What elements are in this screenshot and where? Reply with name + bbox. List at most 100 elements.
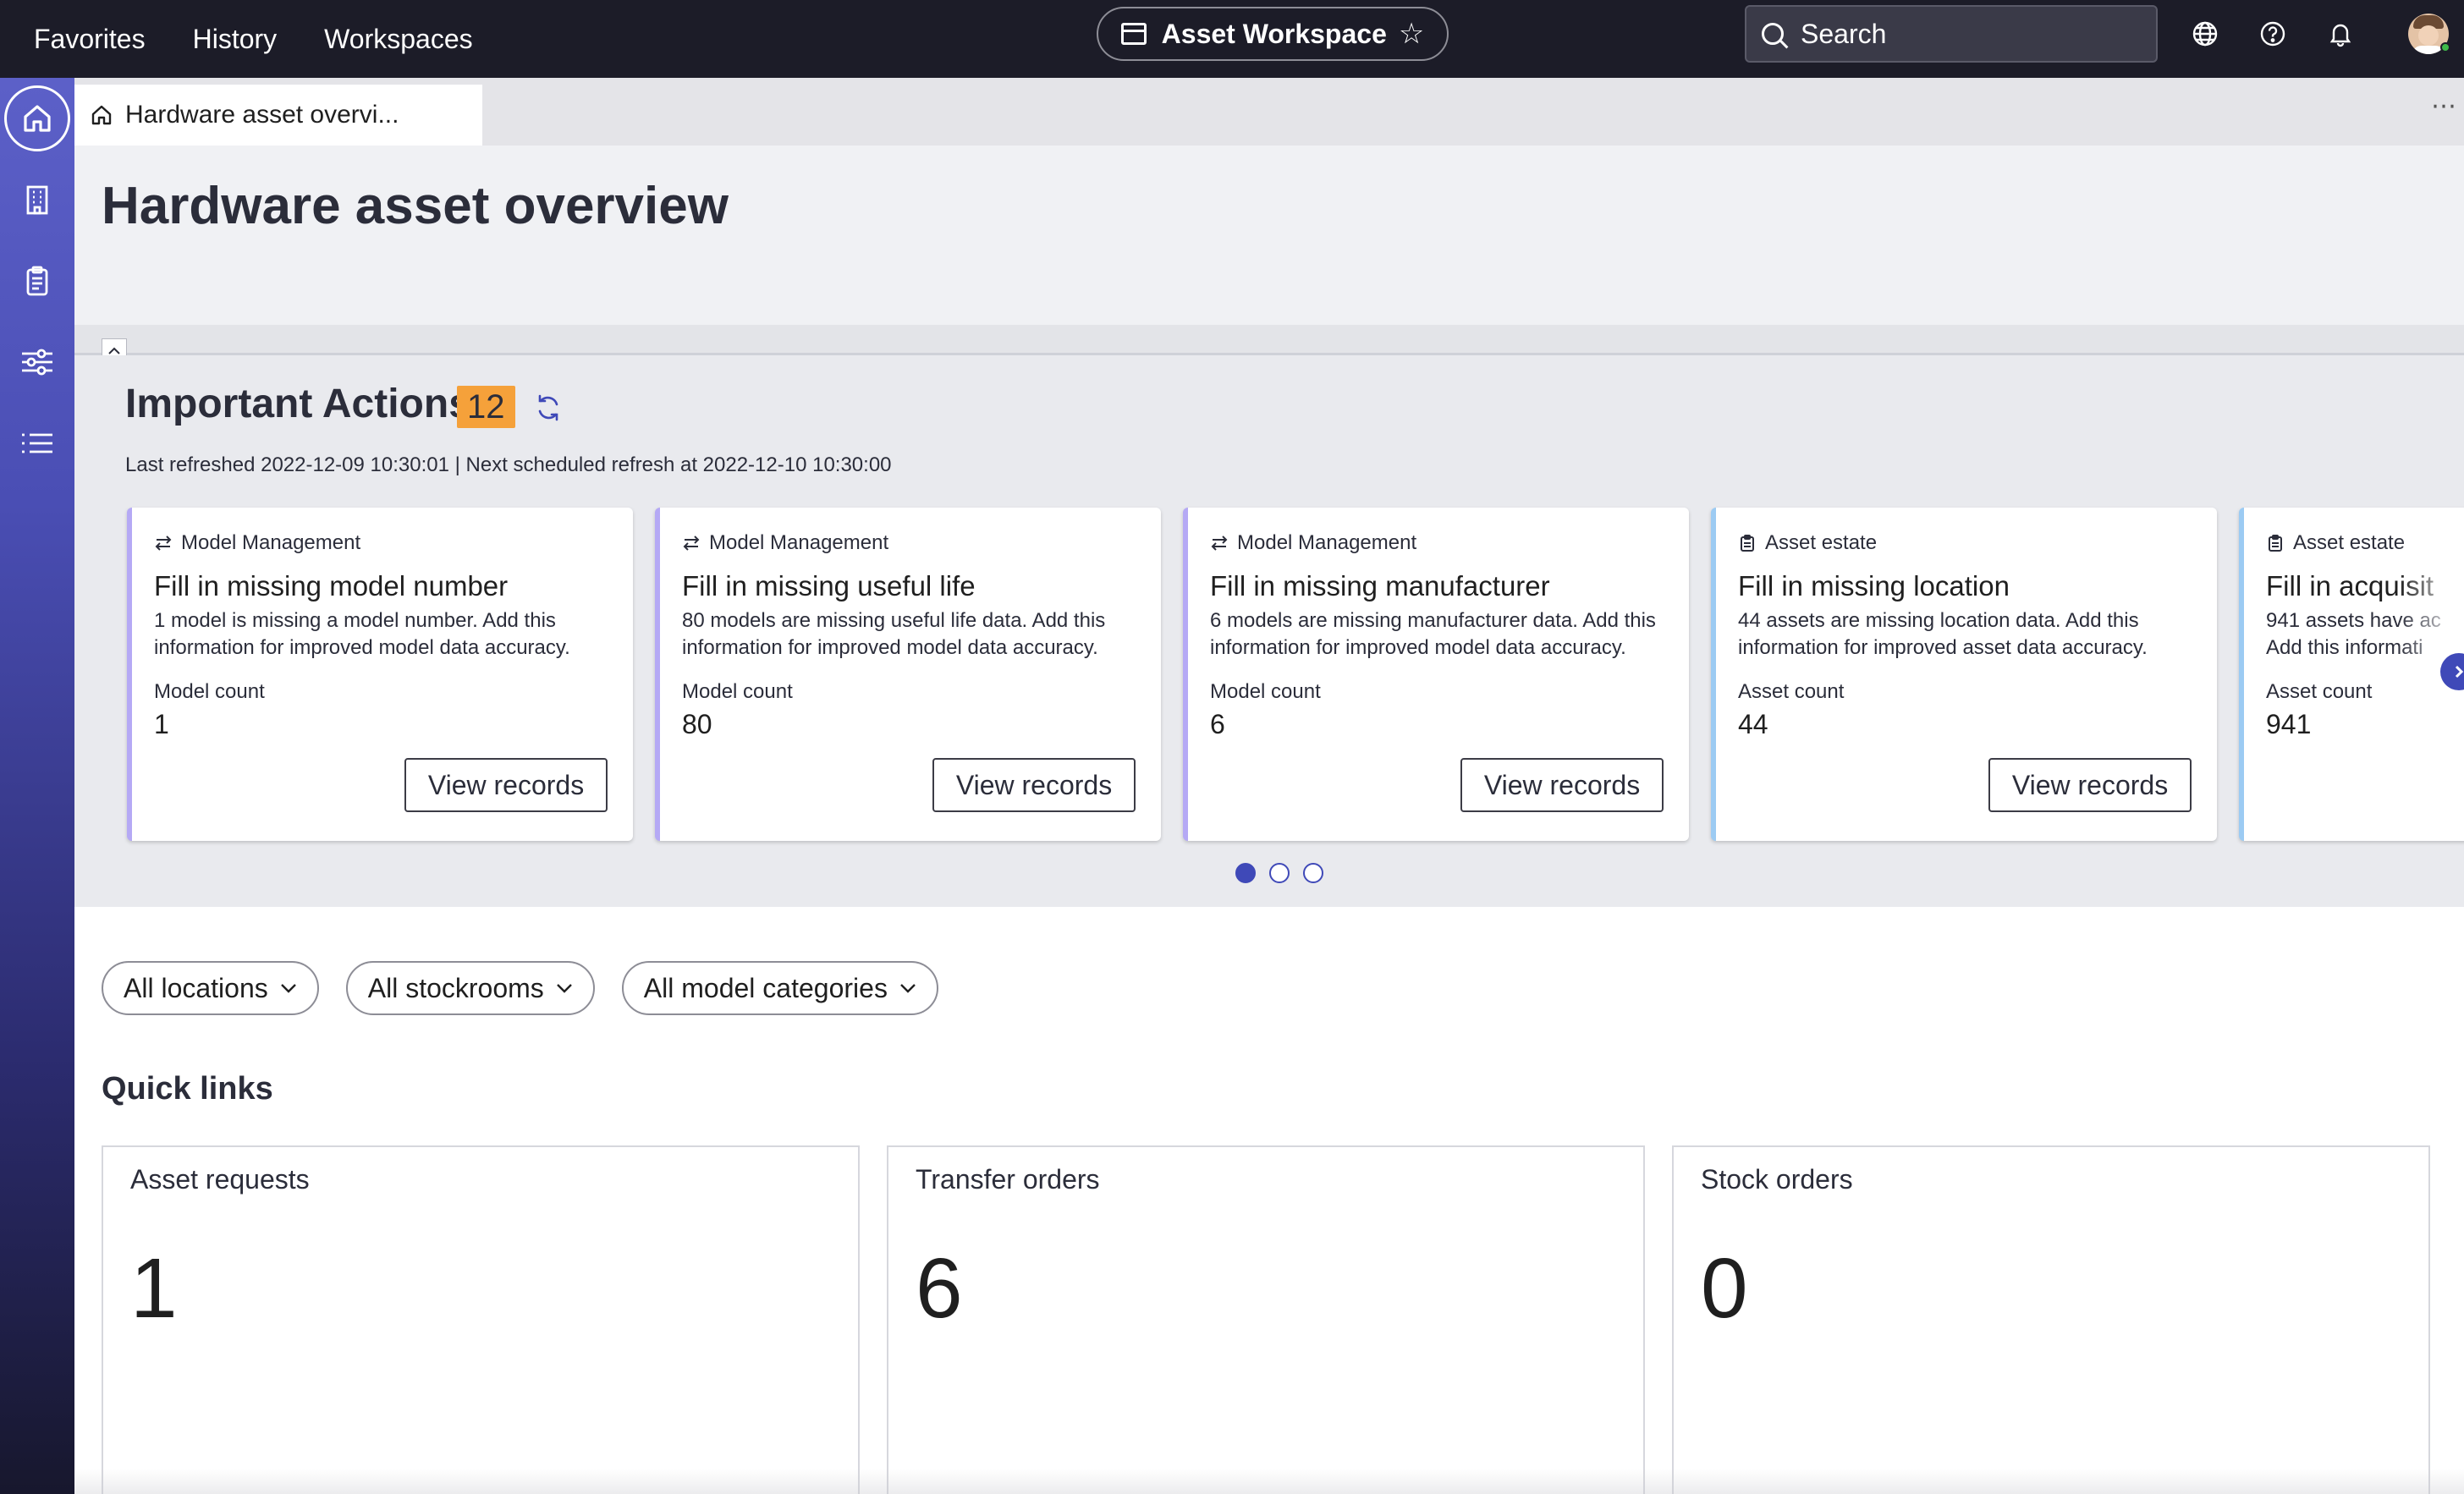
quick-link-label: Stock orders	[1701, 1164, 1853, 1195]
swap-icon	[155, 536, 172, 551]
chevron-down-icon	[556, 984, 572, 993]
quick-link-transfer-orders[interactable]: Transfer orders 6	[887, 1145, 1645, 1494]
workspace-pill[interactable]: Asset Workspace ☆	[1097, 7, 1449, 61]
view-records-button[interactable]: View records	[932, 758, 1136, 812]
bell-icon[interactable]	[2327, 20, 2354, 47]
card-description: 6 models are missing manufacturer data. …	[1210, 609, 1656, 659]
card-count-label: Model count	[1210, 680, 1321, 703]
card-category-label: Asset estate	[1765, 531, 1878, 554]
clipboard-icon	[2269, 535, 2282, 552]
card-title: Fill in missing location	[1738, 570, 2010, 601]
list-icon	[22, 433, 52, 453]
action-card: Model Management Fill in missing manufac…	[1183, 508, 1689, 841]
window-icon	[1120, 23, 1147, 45]
quick-link-value: 1	[130, 1241, 178, 1336]
star-icon[interactable]: ☆	[1399, 17, 1424, 51]
card-count-value: 80	[682, 709, 712, 739]
rail-sliders[interactable]	[0, 328, 74, 396]
important-actions-panel: Important Actions 12 Last refreshed 2022…	[74, 355, 2464, 907]
quick-link-value: 6	[916, 1241, 963, 1336]
quick-link-asset-requests[interactable]: Asset requests 1	[102, 1145, 860, 1494]
important-actions-count-badge: 12	[457, 386, 515, 428]
card-count-label: Asset count	[2266, 680, 2373, 703]
clipboard-icon	[26, 266, 48, 296]
card-category: Model Management	[154, 531, 360, 555]
search-input[interactable]	[1801, 18, 2139, 50]
refresh-icon[interactable]	[531, 391, 565, 425]
more-icon[interactable]: ⋯	[2431, 91, 2457, 121]
rail-home[interactable]	[0, 85, 74, 152]
sliders-icon	[22, 349, 52, 376]
help-icon[interactable]	[2259, 20, 2286, 47]
action-card: Asset estate Fill in missing location 44…	[1711, 508, 2217, 841]
card-category-label: Model Management	[709, 531, 889, 554]
nav-workspaces[interactable]: Workspaces	[324, 24, 472, 55]
top-nav: Favorites History Workspaces	[0, 0, 520, 78]
view-records-button[interactable]: View records	[404, 758, 608, 812]
card-count-value: 6	[1210, 709, 1225, 739]
card-count-label: Model count	[154, 680, 265, 703]
quick-link-stock-orders[interactable]: Stock orders 0	[1672, 1145, 2430, 1494]
view-records-button[interactable]: View records	[1460, 758, 1664, 812]
card-description: 44 assets are missing location data. Add…	[1738, 609, 2148, 659]
quick-link-value: 0	[1701, 1241, 1748, 1336]
global-search[interactable]	[1745, 5, 2158, 63]
card-title: Fill in missing manufacturer	[1210, 570, 1550, 601]
carousel-dot[interactable]	[1269, 863, 1290, 883]
nav-history[interactable]: History	[193, 24, 278, 55]
action-card: Asset estate Fill in acquisit 941 assets…	[2239, 508, 2464, 841]
card-description: 1 model is missing a model number. Add t…	[154, 609, 570, 659]
top-bar: Favorites History Workspaces Asset Works…	[0, 0, 2464, 78]
swap-icon	[1211, 536, 1228, 551]
card-count-value: 1	[154, 709, 169, 739]
filter-stockrooms[interactable]: All stockrooms	[345, 961, 595, 1015]
online-status-dot	[2440, 42, 2450, 52]
filter-label: All stockrooms	[367, 972, 544, 1003]
refresh-meta: Last refreshed 2022-12-09 10:30:01 | Nex…	[125, 453, 892, 476]
tab-hardware-asset-overview[interactable]: Hardware asset overvi...	[74, 85, 482, 146]
card-count-label: Model count	[682, 680, 793, 703]
bottom-fade	[74, 1469, 2464, 1494]
action-card: Model Management Fill in missing model n…	[127, 508, 633, 841]
card-category-label: Model Management	[181, 531, 361, 554]
nav-favorites[interactable]: Favorites	[34, 24, 146, 55]
card-category: Asset estate	[2266, 531, 2405, 555]
card-category: Model Management	[1210, 531, 1416, 555]
chevron-down-icon	[280, 984, 296, 993]
quick-links-title: Quick links	[102, 1071, 273, 1107]
card-count-value: 941	[2266, 709, 2312, 739]
card-category: Asset estate	[1738, 531, 1877, 555]
important-actions-title: Important Actions	[125, 382, 471, 426]
side-rail	[0, 78, 74, 1494]
search-icon	[1762, 23, 1784, 45]
tab-strip: Hardware asset overvi... ⋯	[74, 78, 2464, 146]
card-count-value: 44	[1738, 709, 1768, 739]
workspace-title: Asset Workspace	[1161, 18, 1387, 49]
card-category: Model Management	[682, 531, 888, 555]
card-title: Fill in missing useful life	[682, 570, 976, 601]
rail-clipboard[interactable]	[0, 247, 74, 315]
carousel-dot[interactable]	[1303, 863, 1323, 883]
card-title: Fill in missing model number	[154, 570, 509, 601]
filter-model-categories[interactable]: All model categories	[621, 961, 938, 1015]
chevron-down-icon	[900, 984, 916, 993]
globe-icon[interactable]	[2192, 20, 2219, 47]
page-header: Hardware asset overview	[74, 146, 2464, 325]
carousel-dot[interactable]	[1235, 863, 1256, 883]
card-category-label: Model Management	[1237, 531, 1417, 554]
tab-label: Hardware asset overvi...	[125, 101, 399, 129]
filter-locations[interactable]: All locations	[102, 961, 319, 1015]
filter-label: All locations	[124, 972, 268, 1003]
view-records-button[interactable]: View records	[1988, 758, 2192, 812]
rail-building[interactable]	[0, 166, 74, 233]
quick-link-label: Transfer orders	[916, 1164, 1100, 1195]
page-title: Hardware asset overview	[102, 177, 729, 235]
building-icon	[26, 185, 48, 215]
rail-list[interactable]	[0, 409, 74, 477]
filter-bar: All locations All stockrooms All model c…	[102, 961, 965, 1015]
card-count-label: Asset count	[1738, 680, 1845, 703]
action-card: Model Management Fill in missing useful …	[655, 508, 1161, 841]
filter-label: All model categories	[643, 972, 888, 1003]
card-category-label: Asset estate	[2293, 531, 2406, 554]
home-icon	[24, 105, 51, 132]
